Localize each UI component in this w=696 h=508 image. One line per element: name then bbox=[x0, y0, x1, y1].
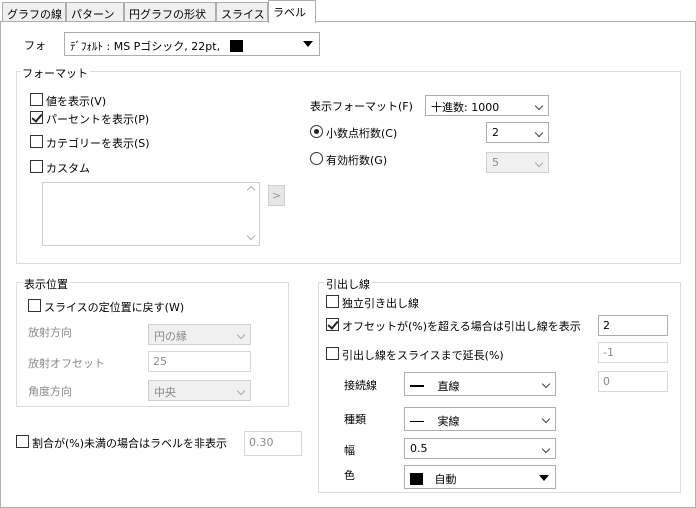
hide-below-label: 割合が(%)未満の場合はラベルを非表示 bbox=[32, 437, 228, 450]
font-value: ﾃﾞﾌｫﾙﾄ : MS Pゴシック, 22pt, bbox=[70, 40, 221, 53]
angle-direction-label: 角度方向 bbox=[28, 385, 72, 398]
hide-below-input[interactable]: 0.30 bbox=[244, 431, 302, 456]
show-category-label: カテゴリーを表示(S) bbox=[46, 137, 150, 150]
line-type-value: 実線 bbox=[437, 415, 460, 428]
extend-leader-label: 引出し線をスライスまで延長(%) bbox=[342, 349, 504, 362]
line-color-select[interactable]: 自動 bbox=[404, 465, 556, 489]
connector-label: 接続線 bbox=[344, 379, 377, 392]
custom-checkbox[interactable] bbox=[30, 160, 43, 173]
tab-pie-shape[interactable]: 円グラフの形状 bbox=[124, 2, 216, 22]
line-type-select[interactable]: 実線 bbox=[404, 407, 556, 431]
radial-offset-input[interactable]: 25 bbox=[148, 351, 251, 372]
straight-line-icon bbox=[410, 385, 424, 387]
offset-show-label: オフセットが(%)を超える場合は引出し線を表示 bbox=[342, 320, 581, 333]
custom-format-textarea[interactable] bbox=[42, 182, 260, 246]
tab-graph-line[interactable]: グラフの線 bbox=[2, 2, 66, 22]
scroll-down-icon[interactable] bbox=[246, 231, 256, 241]
format-legend: フォーマット bbox=[20, 65, 90, 81]
tab-label: ラベル bbox=[273, 6, 306, 19]
font-select[interactable]: ﾃﾞﾌｫﾙﾄ : MS Pゴシック, 22pt, bbox=[64, 32, 320, 56]
chevron-down-icon bbox=[534, 128, 544, 138]
font-color-swatch bbox=[229, 40, 243, 52]
radial-direction-value: 円の縁 bbox=[154, 330, 187, 343]
connector-select[interactable]: 直線 bbox=[404, 372, 556, 396]
reset-position-label: スライスの定位置に戻す(W) bbox=[44, 301, 185, 314]
position-legend: 表示位置 bbox=[22, 276, 70, 292]
show-percent-checkbox[interactable] bbox=[30, 111, 43, 124]
chevron-down-icon bbox=[541, 414, 551, 424]
radial-offset-label: 放射オフセット bbox=[28, 357, 105, 370]
reset-position-checkbox[interactable] bbox=[28, 299, 41, 312]
tab-slice[interactable]: スライス bbox=[216, 2, 268, 22]
radial-direction-select[interactable]: 円の縁 bbox=[148, 324, 251, 345]
leader-line-legend: 引出し線 bbox=[324, 276, 372, 292]
line-color-swatch bbox=[410, 473, 423, 485]
chevron-down-icon bbox=[541, 379, 551, 389]
decimal-places-select[interactable]: 2 bbox=[486, 122, 549, 143]
insert-button-label: > bbox=[271, 189, 282, 202]
show-category-checkbox[interactable] bbox=[30, 135, 43, 148]
angle-direction-value: 中央 bbox=[154, 386, 176, 399]
tab-label: パターン bbox=[71, 8, 115, 21]
radial-offset-value: 25 bbox=[153, 355, 167, 368]
solid-line-icon bbox=[410, 421, 424, 422]
line-width-value: 0.5 bbox=[410, 442, 428, 455]
tab-label-settings[interactable]: ラベル bbox=[268, 0, 316, 23]
significant-digits-radio[interactable] bbox=[310, 152, 323, 165]
dropdown-arrow-icon bbox=[539, 475, 549, 481]
line-color-value: 自動 bbox=[434, 473, 457, 486]
tab-bar: グラフの線 パターン 円グラフの形状 スライス ラベル bbox=[0, 0, 696, 23]
extend-leader-checkbox[interactable] bbox=[326, 347, 339, 360]
independent-leader-label: 独立引き出し線 bbox=[342, 297, 419, 310]
extend-leader-input[interactable]: -1 bbox=[598, 342, 668, 363]
line-type-label: 種類 bbox=[344, 413, 366, 426]
chevron-down-icon bbox=[541, 444, 551, 454]
insert-format-button[interactable]: > bbox=[268, 185, 285, 206]
scroll-up-icon[interactable] bbox=[246, 185, 256, 195]
textarea-scrollbar[interactable] bbox=[243, 183, 259, 245]
decimal-places-radio[interactable] bbox=[310, 125, 323, 138]
tab-label: スライス bbox=[221, 8, 265, 21]
chevron-down-icon bbox=[534, 158, 544, 168]
connector-extra-value: 0 bbox=[603, 375, 610, 388]
connector-extra-input[interactable]: 0 bbox=[598, 371, 668, 392]
custom-label: カスタム bbox=[46, 162, 90, 175]
line-width-select[interactable]: 0.5 bbox=[404, 438, 556, 459]
offset-show-value: 2 bbox=[603, 319, 610, 332]
angle-direction-select[interactable]: 中央 bbox=[148, 380, 251, 401]
independent-leader-checkbox[interactable] bbox=[326, 295, 339, 308]
hide-below-checkbox[interactable] bbox=[16, 435, 29, 448]
decimal-places-value: 2 bbox=[492, 126, 499, 139]
offset-show-checkbox[interactable] bbox=[326, 318, 339, 331]
display-format-label: 表示フォーマット(F) bbox=[310, 100, 413, 113]
radial-direction-label: 放射方向 bbox=[28, 326, 72, 339]
display-format-select[interactable]: 十進数: 1000 bbox=[425, 95, 549, 116]
tab-pattern[interactable]: パターン bbox=[66, 2, 124, 22]
significant-digits-select[interactable]: 5 bbox=[486, 152, 549, 173]
line-width-label: 幅 bbox=[344, 444, 355, 457]
tab-label: グラフの線 bbox=[7, 8, 62, 21]
decimal-places-label: 小数点桁数(C) bbox=[326, 127, 398, 140]
show-value-label: 値を表示(V) bbox=[46, 95, 107, 108]
line-color-label: 色 bbox=[344, 469, 355, 482]
significant-digits-value: 5 bbox=[492, 156, 499, 169]
connector-value: 直線 bbox=[437, 380, 460, 393]
offset-show-input[interactable]: 2 bbox=[598, 315, 668, 336]
significant-digits-label: 有効桁数(G) bbox=[326, 154, 388, 167]
chevron-down-icon bbox=[534, 101, 544, 111]
display-format-value: 十進数: 1000 bbox=[431, 101, 500, 114]
show-percent-label: パーセントを表示(P) bbox=[46, 113, 150, 126]
tab-label: 円グラフの形状 bbox=[129, 8, 206, 21]
chevron-down-icon bbox=[236, 330, 246, 340]
extend-leader-value: -1 bbox=[603, 346, 614, 359]
dropdown-arrow-icon bbox=[303, 41, 313, 47]
font-label: フォ bbox=[24, 39, 46, 52]
chevron-down-icon bbox=[236, 386, 246, 396]
show-value-checkbox[interactable] bbox=[30, 93, 43, 106]
hide-below-value: 0.30 bbox=[249, 436, 274, 449]
